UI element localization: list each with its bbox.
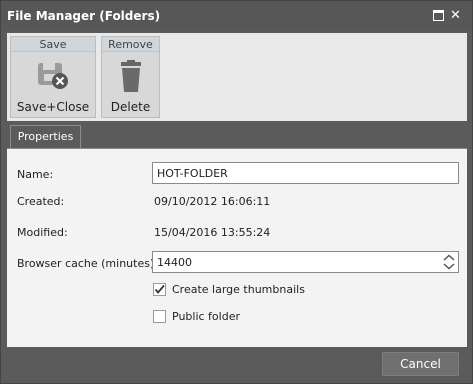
thumbnails-label: Create large thumbnails	[172, 283, 305, 296]
browser-cache-value: 14400	[157, 256, 192, 269]
remove-group-header: Remove	[102, 37, 159, 52]
public-folder-label: Public folder	[172, 310, 240, 323]
created-label: Created:	[17, 195, 65, 208]
created-value: 09/10/2012 16:06:11	[154, 195, 271, 208]
window-title: File Manager (Folders)	[7, 9, 161, 23]
browser-cache-stepper[interactable]: 14400	[152, 251, 459, 273]
name-label: Name:	[17, 168, 54, 181]
modified-value: 15/04/2016 13:55:24	[154, 226, 271, 239]
checkmark-icon	[154, 284, 165, 294]
save-close-icon	[33, 59, 73, 98]
maximize-icon[interactable]	[433, 10, 444, 21]
public-folder-checkbox[interactable]	[153, 310, 166, 323]
ribbon-toolbar: Save Save+Close Remove Delete	[7, 33, 467, 121]
tab-strip: Properties	[7, 121, 467, 149]
browser-cache-label: Browser cache (minutes):	[17, 257, 158, 270]
thumbnails-checkbox[interactable]	[153, 283, 166, 296]
trash-icon	[116, 59, 146, 98]
file-manager-window: File Manager (Folders) ✕ Save Save+Close…	[0, 0, 473, 384]
modified-label: Modified:	[17, 226, 68, 239]
name-input[interactable]: HOT-FOLDER	[152, 162, 459, 184]
cancel-button[interactable]: Cancel	[382, 352, 459, 376]
title-bar: File Manager (Folders) ✕	[1, 1, 472, 31]
save-group-header: Save	[11, 37, 95, 52]
chevron-up-icon	[443, 254, 455, 261]
properties-panel: Name: HOT-FOLDER Created: 09/10/2012 16:…	[7, 149, 467, 347]
save-close-button-label: Save+Close	[16, 100, 90, 114]
tab-properties[interactable]: Properties	[10, 125, 81, 149]
save-group[interactable]: Save Save+Close	[10, 36, 96, 118]
close-icon[interactable]: ✕	[450, 9, 461, 22]
chevron-down-icon	[443, 263, 455, 270]
remove-group[interactable]: Remove Delete	[101, 36, 160, 118]
delete-button-label: Delete	[110, 100, 151, 114]
dialog-footer: Cancel	[1, 347, 472, 383]
spin-buttons[interactable]	[440, 252, 458, 272]
